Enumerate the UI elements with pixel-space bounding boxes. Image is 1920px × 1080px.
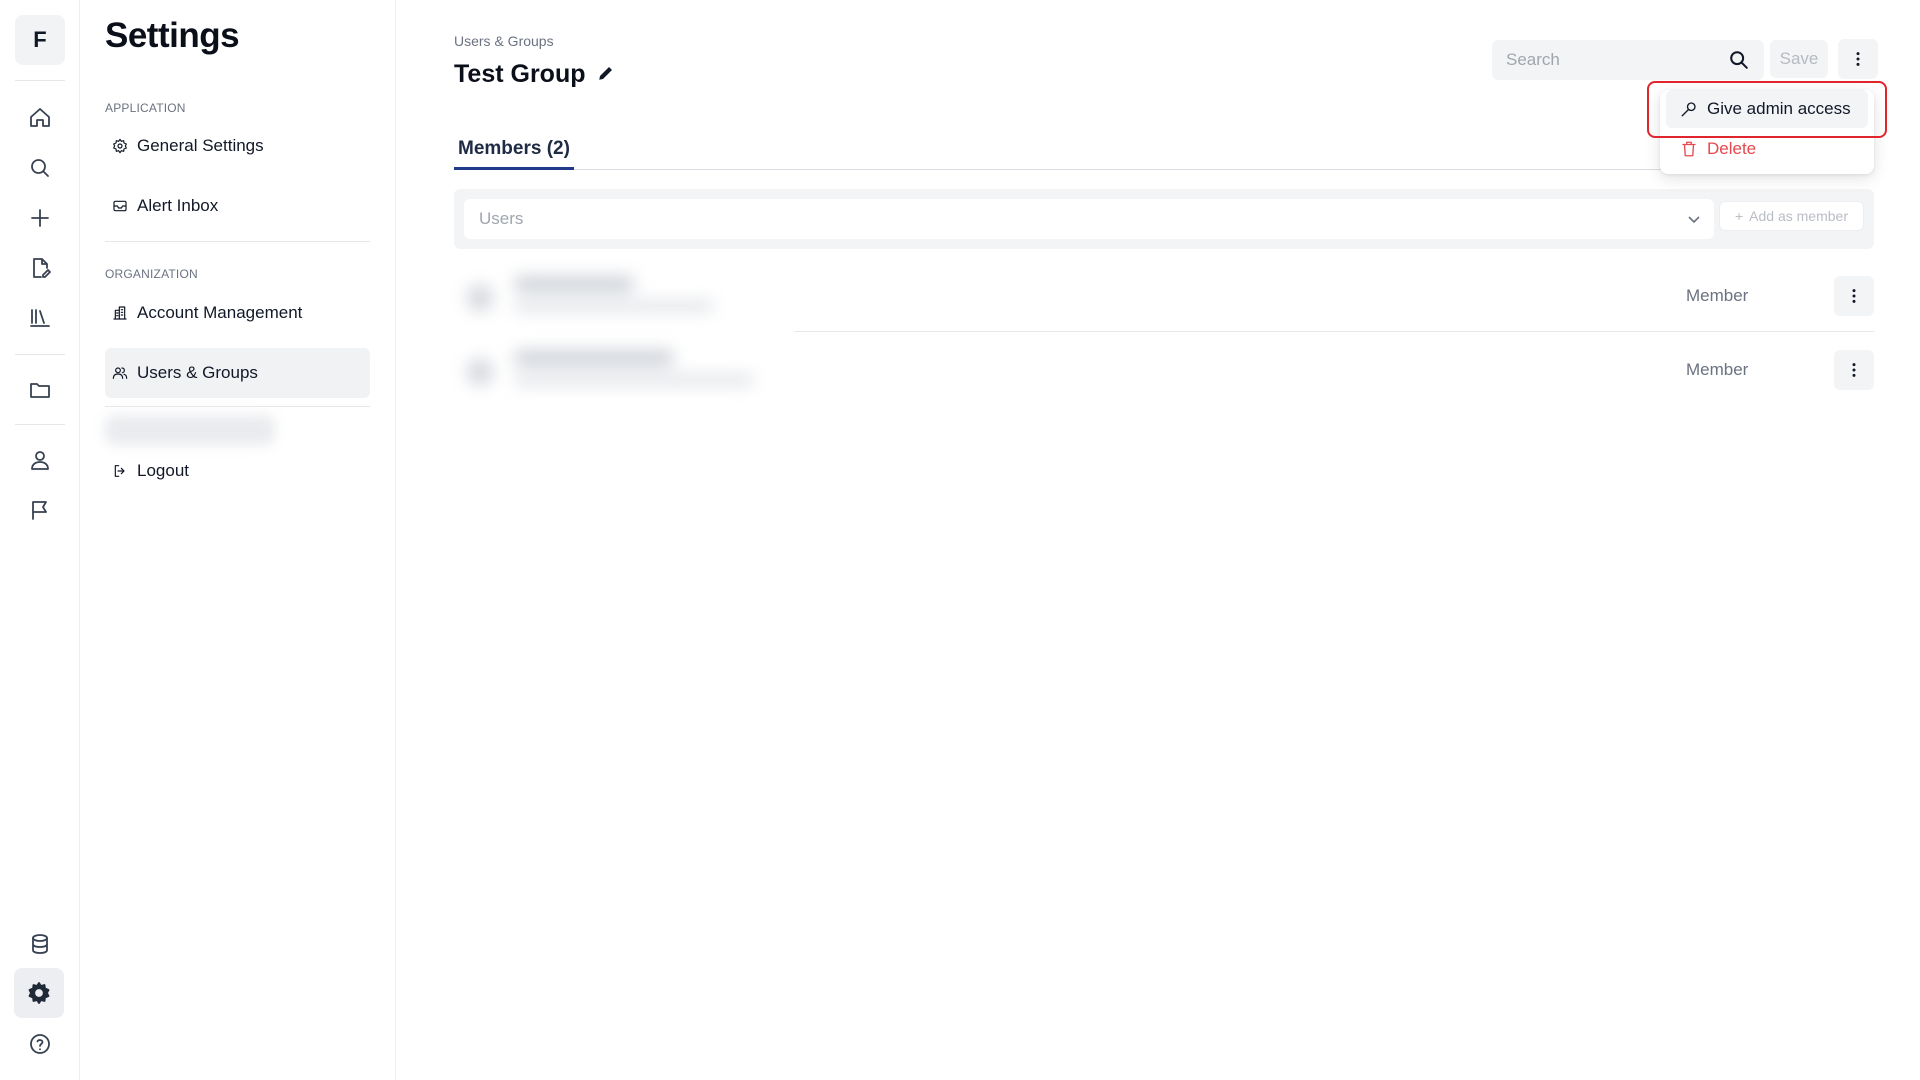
nav-item-label: Logout [137,461,189,480]
plus-icon[interactable] [20,198,60,238]
row-divider [794,331,1874,332]
nav-item-general-settings[interactable]: General Settings [105,121,370,171]
search-icon[interactable] [20,148,60,188]
panel-divider [105,241,370,242]
users-select-placeholder: Users [479,209,524,228]
help-icon[interactable] [20,1024,60,1064]
gear-icon [111,137,129,155]
folder-icon[interactable] [20,370,60,410]
blurred-user-info [105,415,275,445]
tab-members[interactable]: Members (2) [454,132,574,170]
nav-item-label: Account Management [137,303,303,322]
kebab-icon [1856,52,1860,66]
section-label-organization: ORGANIZATION [105,267,198,281]
blurred-member-info [454,340,784,400]
options-menu: Give admin access Delete [1660,90,1874,174]
users-icon [111,364,129,382]
member-options-button[interactable] [1834,350,1874,390]
logout-icon [111,462,129,480]
home-icon[interactable] [20,98,60,138]
settings-panel: Settings APPLICATION General Settings Al… [80,0,396,1080]
building-icon [111,304,129,322]
search-input[interactable] [1506,50,1716,70]
member-row: Member [454,334,1874,406]
panel-divider [105,406,370,407]
breadcrumb[interactable]: Users & Groups [454,33,554,49]
rail-divider [15,354,65,355]
rail-divider [15,80,65,81]
nav-item-label: General Settings [137,136,264,155]
user-icon[interactable] [20,440,60,480]
add-member-bar: Users + Add as member [454,189,1874,249]
pencil-icon[interactable] [597,60,615,89]
inbox-icon [111,197,129,215]
chevron-down-icon [1686,211,1702,227]
database-icon[interactable] [20,924,60,964]
add-as-member-label: Add as member [1749,208,1848,224]
nav-item-users-groups[interactable]: Users & Groups [105,348,370,398]
search-box [1492,40,1764,80]
menu-item-label: Delete [1707,139,1757,158]
library-icon[interactable] [20,298,60,338]
key-icon [1681,102,1696,117]
icon-rail: F [0,0,80,1080]
add-as-member-button[interactable]: + Add as member [1719,201,1864,231]
kebab-icon [1852,289,1856,303]
nav-item-alert-inbox[interactable]: Alert Inbox [105,181,370,231]
settings-title: Settings [105,16,240,55]
group-name: Test Group [454,60,586,88]
menu-item-delete[interactable]: Delete [1666,130,1868,168]
section-label-application: APPLICATION [105,101,186,115]
page-title: Test Group [454,60,615,89]
member-role: Member [1686,360,1749,379]
trash-icon [1682,141,1696,157]
flag-icon[interactable] [20,490,60,530]
users-select[interactable]: Users [464,199,1714,239]
save-button[interactable]: Save [1770,40,1828,78]
search-icon[interactable] [1728,49,1750,71]
nav-item-logout[interactable]: Logout [105,446,370,496]
app-window: F Settings APPLICATION General Settings … [0,0,1920,1080]
nav-item-label: Users & Groups [137,363,258,382]
member-options-button[interactable] [1834,276,1874,316]
menu-item-label: Give admin access [1707,99,1851,118]
edit-document-icon[interactable] [20,248,60,288]
nav-item-label: Alert Inbox [137,196,219,215]
member-row: Member [454,260,1874,332]
menu-item-give-admin-access[interactable]: Give admin access [1666,90,1868,128]
plus-icon: + [1734,208,1744,224]
kebab-icon [1852,363,1856,377]
more-options-button[interactable] [1838,39,1878,79]
workspace-logo[interactable]: F [15,15,65,65]
rail-divider [15,424,65,425]
nav-item-account-management[interactable]: Account Management [105,288,370,338]
member-role: Member [1686,286,1749,305]
gear-icon[interactable] [14,968,64,1018]
blurred-member-info [454,266,784,326]
